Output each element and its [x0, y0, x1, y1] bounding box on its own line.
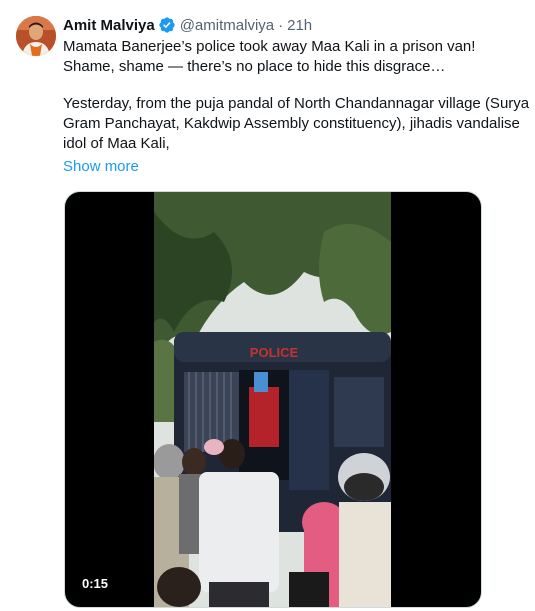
tweet-line: idol of Maa Kali, [63, 135, 170, 152]
tweet-line: Yesterday, from the puja pandal of North… [63, 95, 530, 112]
verified-badge-icon [158, 16, 176, 34]
tweet-text: Mamata Banerjee’s police took away Maa K… [63, 37, 535, 154]
video-player[interactable]: POLICE 0:15 [64, 191, 482, 608]
van-police-text: POLICE [250, 345, 299, 360]
author-name[interactable]: Amit Malviya [63, 17, 155, 34]
tweet-timestamp[interactable]: 21h [287, 17, 312, 34]
video-duration: 0:15 [82, 576, 109, 591]
tweet-line: Mamata Banerjee’s police took away Maa K… [63, 38, 476, 55]
avatar[interactable] [16, 16, 56, 56]
video-thumbnail: POLICE [154, 192, 391, 607]
tweet-line: Gram Panchayat, Kakdwip Assembly constit… [63, 115, 520, 132]
author-handle[interactable]: @amitmalviya [180, 17, 274, 34]
avatar-image [16, 16, 56, 56]
tweet-line: Shame, shame — there’s no place to hide … [63, 58, 446, 75]
separator-dot: · [278, 16, 284, 34]
tweet-header: Amit Malviya @amitmalviya · 21h [63, 14, 312, 36]
show-more-link[interactable]: Show more [63, 157, 139, 177]
video-scene: POLICE [154, 192, 391, 607]
tweet[interactable]: Amit Malviya @amitmalviya · 21h Mamata B… [0, 0, 535, 611]
